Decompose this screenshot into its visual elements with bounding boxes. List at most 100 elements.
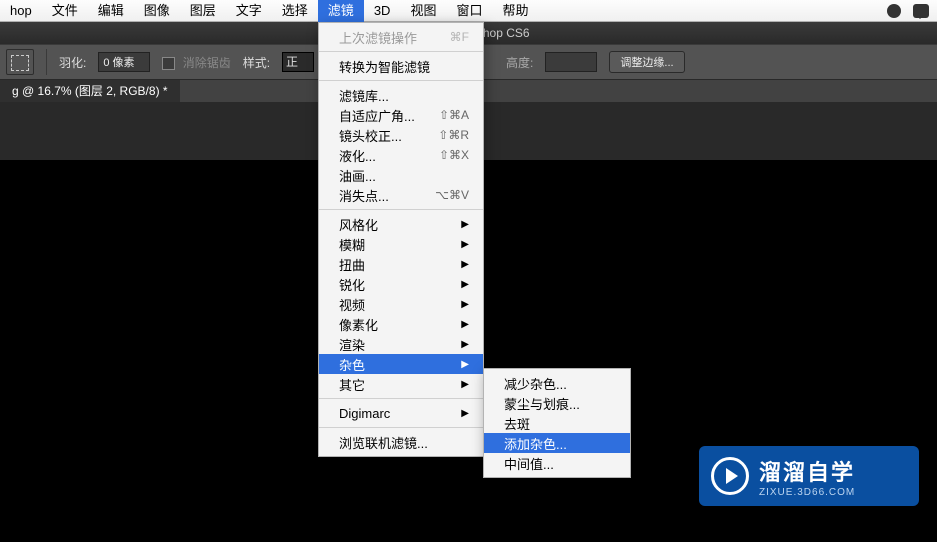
menu-item-label: 去斑: [504, 414, 530, 433]
menu-layer[interactable]: 图层: [180, 0, 226, 22]
watermark-en: ZIXUE.3D66.COM: [759, 487, 855, 498]
menu-digimarc[interactable]: Digimarc ▶: [319, 403, 483, 423]
submenu-arrow-icon: ▶: [461, 319, 469, 330]
submenu-reduce-noise[interactable]: 减少杂色...: [484, 373, 630, 393]
menu-item-label: Digimarc: [339, 406, 390, 421]
submenu-add-noise[interactable]: 添加杂色...: [484, 433, 630, 453]
submenu-despeckle[interactable]: 去斑: [484, 413, 630, 433]
menu-liquify[interactable]: 液化... ⇧⌘X: [319, 145, 483, 165]
menu-item-label: 中间值...: [504, 454, 554, 473]
menu-window[interactable]: 窗口: [446, 0, 492, 22]
marquee-tool-icon[interactable]: [6, 49, 34, 75]
menu-pixelate[interactable]: 像素化 ▶: [319, 314, 483, 334]
menu-adaptive-wide-angle[interactable]: 自适应广角...⇧⌘A: [319, 105, 483, 125]
antialias-label: 消除锯齿: [183, 56, 231, 70]
submenu-dust-scratches[interactable]: 蒙尘与划痕...: [484, 393, 630, 413]
menu-item-shortcut: ⌘F: [450, 30, 469, 44]
submenu-arrow-icon: ▶: [461, 408, 469, 419]
menu-noise[interactable]: 杂色 ▶: [319, 354, 483, 374]
menu-item-label: 转换为智能滤镜: [339, 57, 430, 76]
style-dropdown[interactable]: 正: [282, 52, 314, 72]
menu-hop[interactable]: hop: [0, 0, 42, 22]
menu-select[interactable]: 选择: [272, 0, 318, 22]
menu-video[interactable]: 视频 ▶: [319, 294, 483, 314]
menu-item-label: 视频: [339, 295, 365, 314]
submenu-arrow-icon: ▶: [461, 219, 469, 230]
menu-item-shortcut: ⌥⌘V: [435, 188, 469, 202]
doc-tab[interactable]: g @ 16.7% (图层 2, RGB/8) *: [0, 80, 180, 102]
menu-help[interactable]: 帮助: [492, 0, 538, 22]
menu-item-label: 减少杂色...: [504, 374, 567, 393]
menu-item-shortcut: ⇧⌘X: [439, 148, 469, 162]
menu-filter-gallery[interactable]: 滤镜库...: [319, 85, 483, 105]
menu-item-label: 浏览联机滤镜...: [339, 433, 428, 452]
antialias-checkbox[interactable]: [162, 57, 175, 70]
menu-file[interactable]: 文件: [42, 0, 88, 22]
menu-item-label: 滤镜库...: [339, 86, 389, 105]
menu-item-label: 杂色: [339, 355, 365, 374]
watermark-cn: 溜溜自学: [759, 455, 855, 487]
watermark-text: 溜溜自学 ZIXUE.3D66.COM: [759, 455, 855, 498]
feather-label: 羽化:: [59, 54, 86, 71]
menu-separator: [319, 209, 483, 210]
feather-input[interactable]: [98, 52, 150, 72]
menu-item-label: 消失点...: [339, 186, 389, 205]
menu-oil-paint[interactable]: 油画...: [319, 165, 483, 185]
menu-type[interactable]: 文字: [226, 0, 272, 22]
divider: [46, 49, 47, 75]
menu-sharpen[interactable]: 锐化 ▶: [319, 274, 483, 294]
menu-item-label: 渲染: [339, 335, 365, 354]
menu-edit[interactable]: 编辑: [88, 0, 134, 22]
menu-item-label: 其它: [339, 375, 365, 394]
submenu-arrow-icon: ▶: [461, 339, 469, 350]
chat-icon[interactable]: [913, 4, 929, 18]
menu-stylize[interactable]: 风格化 ▶: [319, 214, 483, 234]
submenu-arrow-icon: ▶: [461, 359, 469, 370]
refine-edge-button[interactable]: 调整边缘...: [609, 51, 684, 73]
menu-item-label: 镜头校正...: [339, 126, 402, 145]
height-label: 高度:: [506, 54, 533, 71]
menu-render[interactable]: 渲染 ▶: [319, 334, 483, 354]
submenu-median[interactable]: 中间值...: [484, 453, 630, 473]
submenu-arrow-icon: ▶: [461, 299, 469, 310]
menu-separator: [319, 80, 483, 81]
menu-item-shortcut: ⇧⌘A: [439, 108, 469, 122]
play-icon: [711, 457, 749, 495]
menu-image[interactable]: 图像: [134, 0, 180, 22]
filter-dropdown: 上次滤镜操作 ⌘F 转换为智能滤镜 滤镜库... 自适应广角...⇧⌘A 镜头校…: [318, 22, 484, 457]
menu-distort[interactable]: 扭曲 ▶: [319, 254, 483, 274]
submenu-arrow-icon: ▶: [461, 239, 469, 250]
menu-item-label: 蒙尘与划痕...: [504, 394, 580, 413]
menu-blur[interactable]: 模糊 ▶: [319, 234, 483, 254]
menu-other[interactable]: 其它 ▶: [319, 374, 483, 394]
menubar: hop 文件 编辑 图像 图层 文字 选择 滤镜 3D 视图 窗口 帮助: [0, 0, 937, 22]
menu-separator: [319, 427, 483, 428]
menu-item-label: 油画...: [339, 166, 376, 185]
menu-item-label: 像素化: [339, 315, 378, 334]
menu-item-shortcut: ⇧⌘R: [438, 128, 469, 142]
menu-lens-correction[interactable]: 镜头校正... ⇧⌘R: [319, 125, 483, 145]
menu-3d[interactable]: 3D: [364, 0, 401, 22]
menu-item-label: 风格化: [339, 215, 378, 234]
menu-view[interactable]: 视图: [400, 0, 446, 22]
menu-separator: [319, 398, 483, 399]
menu-convert-smart-filter[interactable]: 转换为智能滤镜: [319, 56, 483, 76]
submenu-arrow-icon: ▶: [461, 379, 469, 390]
menu-browse-filters-online[interactable]: 浏览联机滤镜...: [319, 432, 483, 452]
menu-item-label: 添加杂色...: [504, 434, 567, 453]
menu-filter[interactable]: 滤镜: [318, 0, 364, 22]
qq-icon[interactable]: [887, 4, 901, 18]
menu-item-label: 模糊: [339, 235, 365, 254]
menu-item-label: 锐化: [339, 275, 365, 294]
style-label: 样式:: [243, 54, 270, 71]
antialias-group: 消除锯齿: [162, 54, 230, 71]
height-input[interactable]: [545, 52, 597, 72]
menu-item-label: 液化...: [339, 146, 376, 165]
noise-submenu: 减少杂色... 蒙尘与划痕... 去斑 添加杂色... 中间值...: [483, 368, 631, 478]
submenu-arrow-icon: ▶: [461, 259, 469, 270]
menu-vanishing-point[interactable]: 消失点... ⌥⌘V: [319, 185, 483, 205]
submenu-arrow-icon: ▶: [461, 279, 469, 290]
menubar-status-icons: [887, 4, 929, 18]
menu-item-label: 扭曲: [339, 255, 365, 274]
watermark: 溜溜自学 ZIXUE.3D66.COM: [699, 446, 919, 506]
